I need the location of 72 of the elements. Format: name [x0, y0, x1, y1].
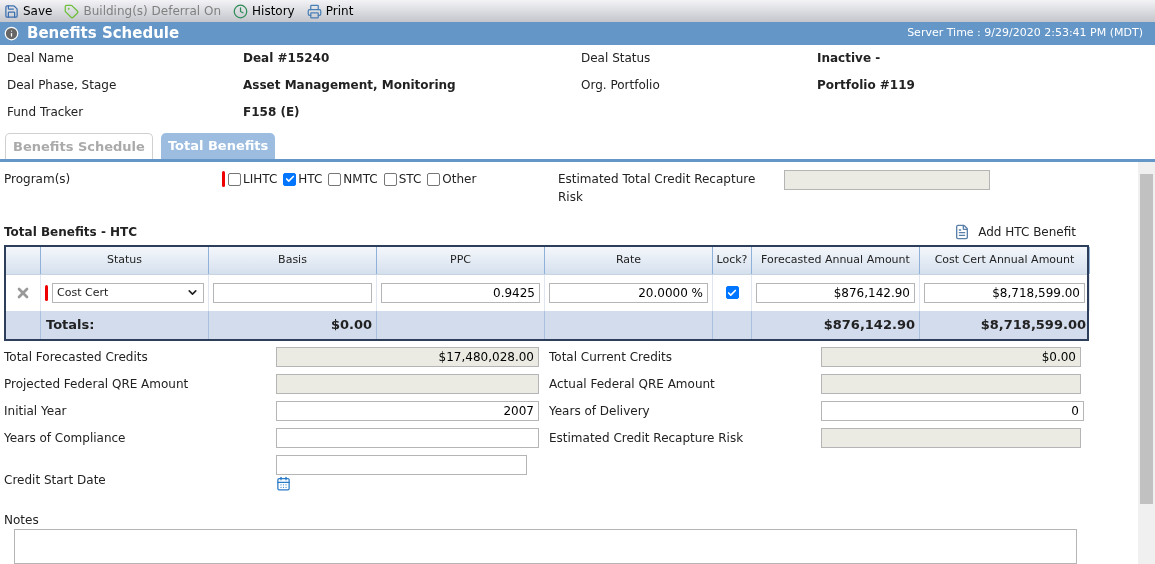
- field-label: Total Current Credits: [549, 349, 674, 367]
- field-value: Deal #15240: [243, 50, 331, 67]
- input-field[interactable]: [276, 428, 539, 449]
- notes-label: Notes: [4, 511, 40, 529]
- column-header: Status: [41, 246, 209, 274]
- column-header: Basis: [209, 246, 377, 274]
- input-field[interactable]: [213, 282, 372, 303]
- tag-icon: [64, 3, 80, 19]
- toolbar-button[interactable]: History: [233, 2, 295, 20]
- input-field[interactable]: [276, 374, 539, 395]
- input-field[interactable]: 0: [821, 401, 1084, 422]
- field-label: Fund Tracker: [7, 104, 85, 121]
- total-cell-text: $8,718,599.00: [979, 316, 1087, 335]
- totals-label: Totals:: [41, 310, 209, 339]
- field-value: Inactive -: [817, 50, 882, 67]
- input-field[interactable]: $0.00: [821, 347, 1081, 368]
- field-label: Total Forecasted Credits: [4, 349, 149, 367]
- field-label: Estimated Credit Recapture Risk: [549, 430, 745, 448]
- checkmark-icon: [284, 174, 295, 184]
- toolbar-button[interactable]: Print: [306, 2, 354, 20]
- field-label: Estimated Total Credit Recapture Risk: [558, 171, 757, 206]
- lock-checkbox[interactable]: [725, 286, 739, 300]
- column-header: Forecasted Annual Amount: [752, 246, 920, 274]
- input-field[interactable]: [276, 454, 527, 475]
- input-field[interactable]: [821, 428, 1081, 449]
- input-field[interactable]: $8,718,599.00: [924, 282, 1085, 303]
- program-checkbox[interactable]: STC: [383, 170, 422, 188]
- toolbar-button[interactable]: Save: [4, 2, 53, 20]
- field-label: Years of Compliance: [4, 430, 127, 448]
- program-checkbox[interactable]: Other: [427, 170, 477, 188]
- field-value: F158 (E): [243, 104, 301, 121]
- program-checkbox[interactable]: NMTC: [328, 170, 378, 188]
- field-label: Actual Federal QRE Amount: [549, 376, 716, 394]
- server-time: Server Time : 9/29/2020 2:53:41 PM (MDT): [907, 25, 1144, 42]
- notes-field[interactable]: [14, 528, 1077, 564]
- checkmark-icon: [727, 287, 737, 298]
- field-label: Initial Year: [4, 403, 68, 421]
- printer-icon: [306, 3, 322, 19]
- field-label: Deal Status: [581, 50, 652, 67]
- field-label: Years of Delivery: [549, 403, 651, 421]
- page-title: Benefits Schedule: [27, 23, 180, 45]
- input-field[interactable]: [821, 374, 1081, 395]
- column-header: Cost Cert Annual Amount: [920, 246, 1090, 274]
- field-value: Asset Management, Monitoring: [243, 77, 457, 94]
- input-field[interactable]: 0.9425: [381, 282, 540, 303]
- input-field[interactable]: $17,480,028.00: [276, 347, 539, 368]
- field-label: Org. Portfolio: [581, 77, 661, 94]
- field-label: Deal Name: [7, 50, 75, 67]
- info-icon: [4, 26, 19, 41]
- program-checkbox[interactable]: LIHTC: [228, 170, 278, 188]
- total-cell: $0.00: [209, 310, 377, 339]
- scrollbar[interactable]: [1138, 162, 1155, 564]
- column-header: Lock?: [713, 246, 752, 274]
- document-icon: [954, 223, 971, 240]
- field-label: Program(s): [4, 171, 72, 188]
- column-header: PPC: [377, 246, 545, 274]
- total-cell: $876,142.90: [752, 310, 920, 339]
- input-field[interactable]: $876,142.90: [756, 282, 915, 303]
- column-header: Rate: [545, 246, 713, 274]
- field-value: Portfolio #119: [817, 77, 916, 94]
- add-benefit-button[interactable]: Add HTC Benefit: [954, 222, 1076, 241]
- status-dropdown[interactable]: Cost Cert: [52, 282, 204, 303]
- input-field[interactable]: [784, 170, 990, 190]
- field-label: Projected Federal QRE Amount: [4, 376, 190, 394]
- program-checkbox[interactable]: HTC: [283, 170, 323, 188]
- field-label: Deal Phase, Stage: [7, 77, 118, 94]
- calendar-icon[interactable]: [276, 475, 291, 491]
- input-field[interactable]: 2007: [276, 401, 539, 422]
- clock-icon: [233, 3, 249, 19]
- input-field[interactable]: 20.0000 %: [549, 282, 708, 303]
- field-label: Credit Start Date: [4, 471, 107, 489]
- section-title: Total Benefits - HTC: [4, 223, 138, 241]
